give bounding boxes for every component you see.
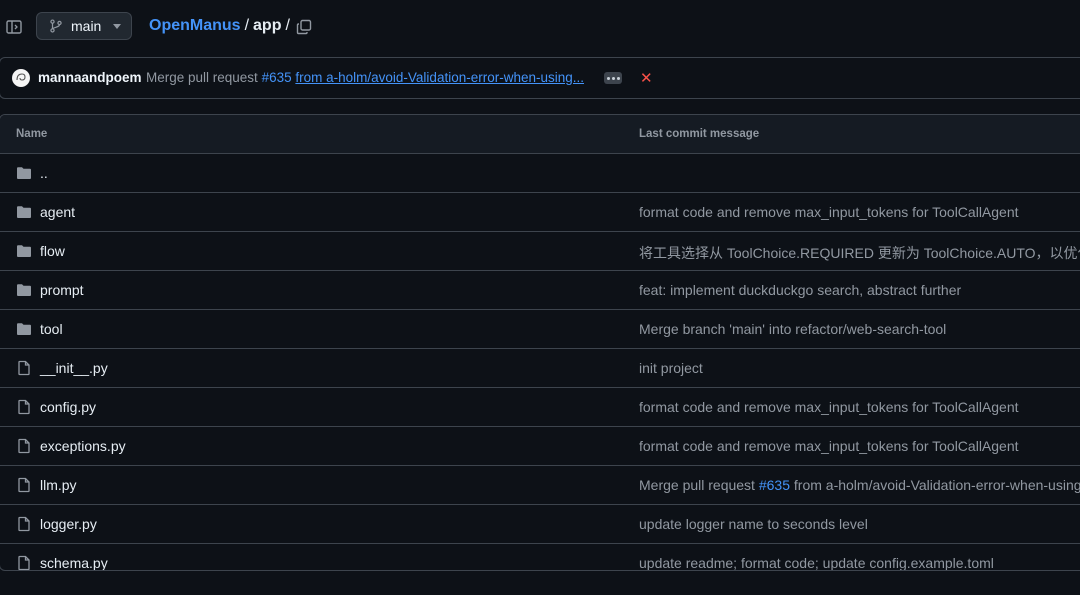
table-row[interactable]: __init__.py init project xyxy=(0,349,1080,388)
file-icon xyxy=(18,399,30,415)
row-commit-message[interactable]: format code and remove max_input_tokens … xyxy=(639,204,1019,220)
sidebar-toggle-icon[interactable] xyxy=(6,19,22,35)
row-commit-message[interactable]: format code and remove max_input_tokens … xyxy=(639,399,1019,415)
table-row[interactable]: tool Merge branch 'main' into refactor/we… xyxy=(0,310,1080,349)
branch-select-button[interactable]: main xyxy=(36,12,132,40)
table-row[interactable]: schema.py update readme; format code; upd… xyxy=(0,544,1080,570)
folder-icon xyxy=(17,167,31,179)
row-commit-pr-link[interactable]: #635 xyxy=(759,477,790,493)
breadcrumb-current-dir: app xyxy=(253,17,282,34)
copy-path-icon[interactable] xyxy=(296,19,312,35)
folder-icon xyxy=(17,323,31,335)
table-row[interactable]: agent format code and remove max_input_to… xyxy=(0,193,1080,232)
commit-author-link[interactable]: mannaandpoem xyxy=(38,70,142,85)
ellipsis-icon xyxy=(606,76,610,80)
table-row[interactable]: exceptions.py format code and remove max_… xyxy=(0,427,1080,466)
row-file-name[interactable]: agent xyxy=(40,204,75,220)
commit-message: Merge pull request #635 from a-holm/avoi… xyxy=(146,70,584,85)
avatar[interactable] xyxy=(12,69,30,87)
table-row[interactable]: logger.py update logger name to seconds l… xyxy=(0,505,1080,544)
row-commit-message[interactable]: feat: implement duckduckgo search, abstr… xyxy=(639,282,961,298)
row-commit-message[interactable]: update readme; format code; update confi… xyxy=(639,555,994,570)
row-commit-message[interactable]: 将工具选择从 ToolChoice.REQUIRED 更新为 ToolChoic… xyxy=(639,243,1080,263)
row-file-name[interactable]: prompt xyxy=(40,282,84,298)
row-commit-message-prefix[interactable]: Merge pull request xyxy=(639,477,755,493)
column-header-name: Name xyxy=(16,128,48,140)
file-icon xyxy=(18,360,30,376)
expand-commit-button[interactable] xyxy=(604,72,622,84)
row-commit-message[interactable]: format code and remove max_input_tokens … xyxy=(639,438,1019,454)
table-row[interactable]: flow 将工具选择从 ToolChoice.REQUIRED 更新为 ToolC… xyxy=(0,232,1080,271)
row-file-name[interactable]: tool xyxy=(40,321,63,337)
folder-icon xyxy=(17,206,31,218)
branch-label: main xyxy=(71,18,102,34)
folder-icon xyxy=(17,245,31,257)
breadcrumb-trailing-separator: / xyxy=(285,17,290,34)
table-row[interactable]: config.py format code and remove max_inpu… xyxy=(0,388,1080,427)
row-file-name[interactable]: config.py xyxy=(40,399,96,415)
folder-icon xyxy=(17,284,31,296)
breadcrumb-separator: / xyxy=(244,17,250,34)
row-commit-message: Merge pull request #635 from a-holm/avoi… xyxy=(639,477,1080,493)
breadcrumb-repo-link[interactable]: OpenManus xyxy=(149,17,241,35)
commit-message-prefix: Merge pull request xyxy=(146,70,258,85)
table-row[interactable]: prompt feat: implement duckduckgo search,… xyxy=(0,271,1080,310)
column-header-message: Last commit message xyxy=(639,128,760,140)
commit-message-link[interactable]: from a-holm/avoid-Validation-error-when-… xyxy=(295,70,584,85)
table-row[interactable]: llm.py Merge pull request #635 from a-hol… xyxy=(0,466,1080,505)
row-commit-message[interactable]: init project xyxy=(639,360,703,376)
row-commit-message-suffix[interactable]: from a-holm/avoid-Validation-error-when-… xyxy=(794,477,1080,493)
file-icon xyxy=(18,438,30,454)
check-failed-icon[interactable]: ✕ xyxy=(640,69,653,87)
header: main OpenManus / app / xyxy=(0,0,1080,56)
row-commit-message[interactable]: Merge branch 'main' into refactor/web-se… xyxy=(639,321,946,337)
git-branch-icon xyxy=(50,19,62,33)
file-rows: .. agent format code and remove max_input_… xyxy=(0,154,1080,570)
row-file-name[interactable]: schema.py xyxy=(40,555,108,570)
avatar-image xyxy=(12,69,30,87)
table-header: Name Last commit message xyxy=(0,115,1080,154)
row-file-name[interactable]: exceptions.py xyxy=(40,438,126,454)
row-file-name[interactable]: flow xyxy=(40,243,65,259)
row-file-name[interactable]: llm.py xyxy=(40,477,77,493)
parent-directory-row[interactable]: .. xyxy=(0,154,1080,193)
commit-pr-link[interactable]: #635 xyxy=(262,70,292,85)
file-table: Name Last commit message .. agent format c… xyxy=(0,114,1080,571)
chevron-down-icon xyxy=(113,23,122,29)
row-file-name[interactable]: logger.py xyxy=(40,516,97,532)
breadcrumb: OpenManus / app / xyxy=(149,17,294,35)
file-icon xyxy=(18,477,30,493)
file-icon xyxy=(18,555,30,570)
row-file-name[interactable]: .. xyxy=(40,165,48,181)
row-file-name[interactable]: __init__.py xyxy=(40,360,108,376)
row-commit-message[interactable]: update logger name to seconds level xyxy=(639,516,868,532)
file-icon xyxy=(18,516,30,532)
latest-commit-bar: mannaandpoem Merge pull request #635 fro… xyxy=(0,57,1080,99)
